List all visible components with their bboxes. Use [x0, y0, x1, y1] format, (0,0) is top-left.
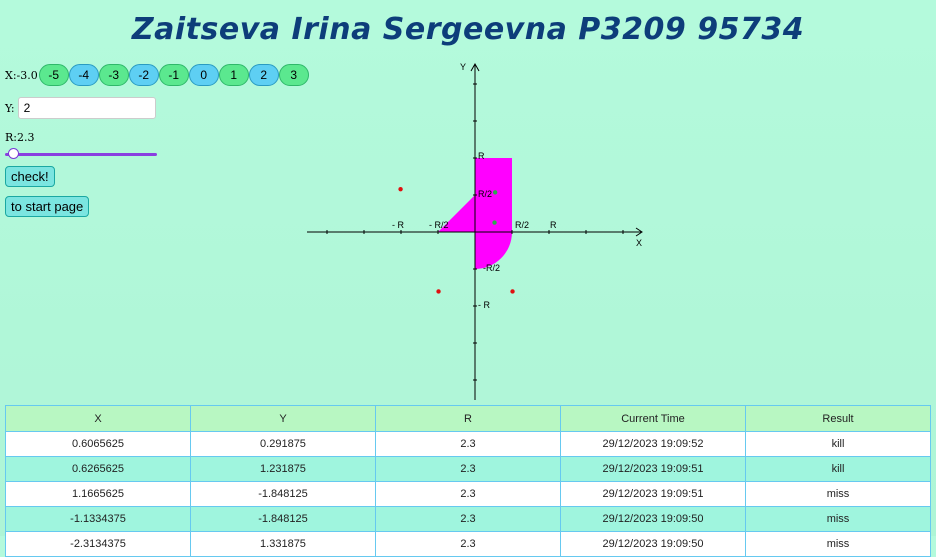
cell-y: -1.848125 — [190, 481, 376, 507]
x-button[interactable]: 2 — [248, 64, 279, 86]
results-table: X Y R Current Time Result 0.6065625 0.291875 2… — [5, 405, 931, 557]
start-page-button[interactable]: to start page — [5, 196, 90, 217]
miss-point — [436, 289, 441, 294]
x-button[interactable]: -1 — [158, 64, 189, 86]
cell-time: 29/12/2023 19:09:52 — [560, 431, 746, 457]
cell-time: 29/12/2023 19:09:51 — [560, 481, 746, 507]
table-body: 0.6065625 0.291875 2.3 29/12/2023 19:09:52 k… — [5, 431, 931, 557]
check-button[interactable]: check! — [5, 166, 55, 187]
cell-time: 29/12/2023 19:09:50 — [560, 506, 746, 532]
cell-result: miss — [745, 481, 931, 507]
x-button[interactable]: -2 — [128, 64, 159, 86]
cell-r: 2.3 — [375, 431, 561, 457]
cell-y: -1.848125 — [190, 506, 376, 532]
y-selector: Y: — [5, 97, 156, 119]
cell-result: miss — [745, 506, 931, 532]
cell-result: kill — [745, 456, 931, 482]
y-tick-label: R — [478, 151, 485, 161]
r-label: R:2.3 — [5, 131, 35, 144]
cell-time: 29/12/2023 19:09:51 — [560, 456, 746, 482]
table-row: -1.1334375 -1.848125 2.3 29/12/2023 19:09:5… — [5, 506, 931, 532]
table-row: 0.6065625 0.291875 2.3 29/12/2023 19:09:52 k… — [5, 431, 931, 457]
cell-y: 0.291875 — [190, 431, 376, 457]
x-selector: X:-3.0 -5 -4 -3 -2 -1 0 1 2 3 — [5, 64, 309, 86]
x-tick-label: - R/2 — [429, 220, 449, 230]
cell-r: 2.3 — [375, 506, 561, 532]
y-input[interactable] — [17, 97, 156, 119]
cell-x: -2.3134375 — [5, 531, 191, 557]
cell-r: 2.3 — [375, 531, 561, 557]
x-label: X:-3.0 — [5, 68, 38, 82]
y-tick-label: -R/2 — [483, 263, 500, 273]
column-header: X — [5, 405, 191, 432]
y-tick-label: R/2 — [478, 189, 492, 199]
x-button-group: -5 -4 -3 -2 -1 0 1 2 3 — [38, 64, 309, 86]
cell-result: miss — [745, 531, 931, 557]
x-axis-label: X — [636, 238, 642, 248]
cell-x: 0.6065625 — [5, 431, 191, 457]
y-tick-label: - R — [478, 300, 490, 310]
cell-r: 2.3 — [375, 456, 561, 482]
hit-point — [492, 220, 497, 225]
r-slider[interactable] — [5, 147, 157, 161]
table-row: 1.1665625 -1.848125 2.3 29/12/2023 19:09:51… — [5, 481, 931, 507]
r-slider-track — [5, 153, 157, 156]
cell-time: 29/12/2023 19:09:50 — [560, 531, 746, 557]
x-button[interactable]: -5 — [38, 64, 69, 86]
cell-x: 1.1665625 — [5, 481, 191, 507]
page-title: Zaitseva Irina Sergeevna P3209 95734 — [131, 12, 805, 47]
x-button[interactable]: 0 — [188, 64, 219, 86]
column-header: Y — [190, 405, 376, 432]
column-header: Current Time — [560, 405, 746, 432]
table-row: -2.3134375 1.331875 2.3 29/12/2023 19:09:50… — [5, 531, 931, 557]
r-slider-thumb[interactable] — [8, 148, 19, 159]
x-tick-label: R/2 — [515, 220, 529, 230]
coordinate-graph[interactable]: X Y - R - R/2 R/2 R R R/2 -R/2 - R — [305, 60, 645, 402]
x-tick-label: R — [550, 220, 557, 230]
cell-y: 1.331875 — [190, 531, 376, 557]
x-button[interactable]: 1 — [218, 64, 249, 86]
table-header-row: X Y R Current Time Result — [5, 405, 931, 432]
cell-r: 2.3 — [375, 481, 561, 507]
cell-y: 1.231875 — [190, 456, 376, 482]
y-axis-label: Y — [460, 62, 466, 72]
x-tick-label: - R — [392, 220, 404, 230]
cell-x: -1.1334375 — [5, 506, 191, 532]
hit-point — [492, 190, 498, 195]
miss-point — [510, 289, 515, 294]
column-header: Result — [745, 405, 931, 432]
y-label: Y: — [5, 101, 15, 115]
cell-x: 0.6265625 — [5, 456, 191, 482]
table-row: 0.6265625 1.231875 2.3 29/12/2023 19:09:51 k… — [5, 456, 931, 482]
x-button[interactable]: -3 — [98, 64, 129, 86]
column-header: R — [375, 405, 561, 432]
x-button[interactable]: -4 — [68, 64, 99, 86]
cell-result: kill — [745, 431, 931, 457]
miss-point — [398, 186, 403, 192]
